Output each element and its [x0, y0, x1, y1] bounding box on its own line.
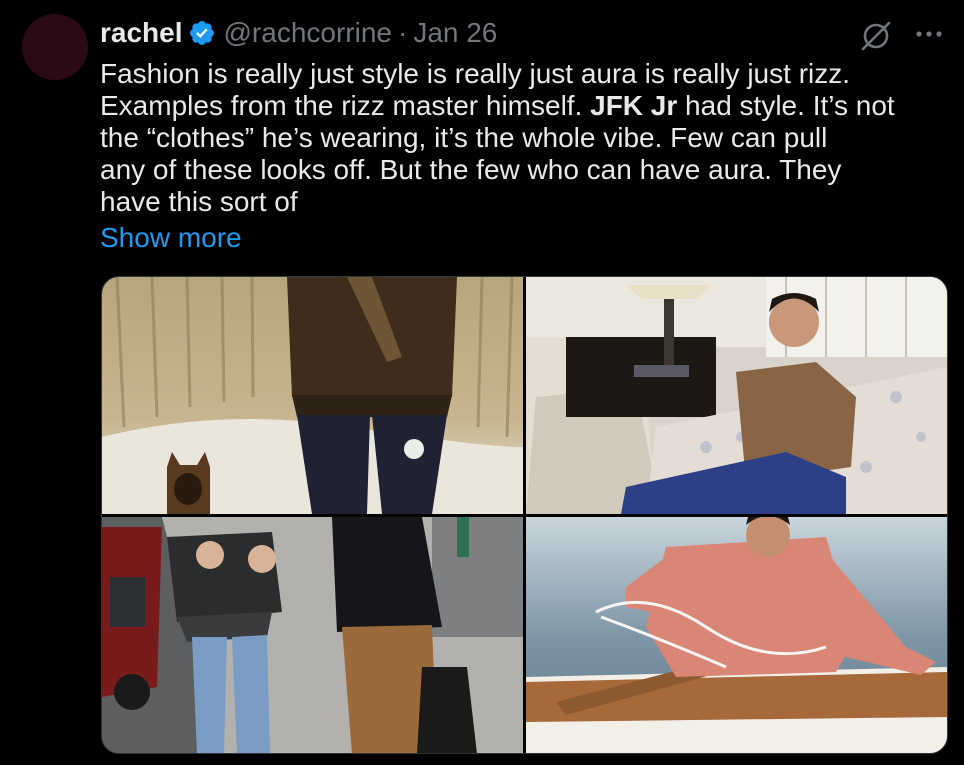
tweet-header: rachel @rachcorrine · Jan 26: [100, 14, 497, 52]
show-more-link[interactable]: Show more: [100, 222, 242, 254]
tweet-text: Fashion is really just style is really j…: [100, 58, 950, 218]
photo-sofa-image: [526, 277, 947, 514]
tweet-date[interactable]: Jan 26: [413, 17, 497, 49]
grok-icon[interactable]: [858, 18, 894, 54]
more-options-icon[interactable]: [911, 20, 947, 48]
photo-sofa[interactable]: [526, 277, 947, 514]
photo-walking-dog-image: [102, 277, 523, 514]
media-grid: [101, 276, 948, 754]
verified-badge-icon: [189, 21, 214, 45]
author-handle[interactable]: @rachcorrine: [224, 17, 392, 49]
photo-boat[interactable]: [526, 517, 947, 753]
tweet-mention: JFK Jr: [590, 90, 678, 121]
author-display-name[interactable]: rachel: [100, 17, 183, 49]
photo-street-image: [102, 517, 523, 753]
avatar[interactable]: [22, 14, 88, 80]
photo-street[interactable]: [102, 517, 523, 753]
photo-walking-dog[interactable]: [102, 277, 523, 514]
header-separator: ·: [397, 17, 408, 48]
photo-boat-image: [526, 517, 947, 753]
